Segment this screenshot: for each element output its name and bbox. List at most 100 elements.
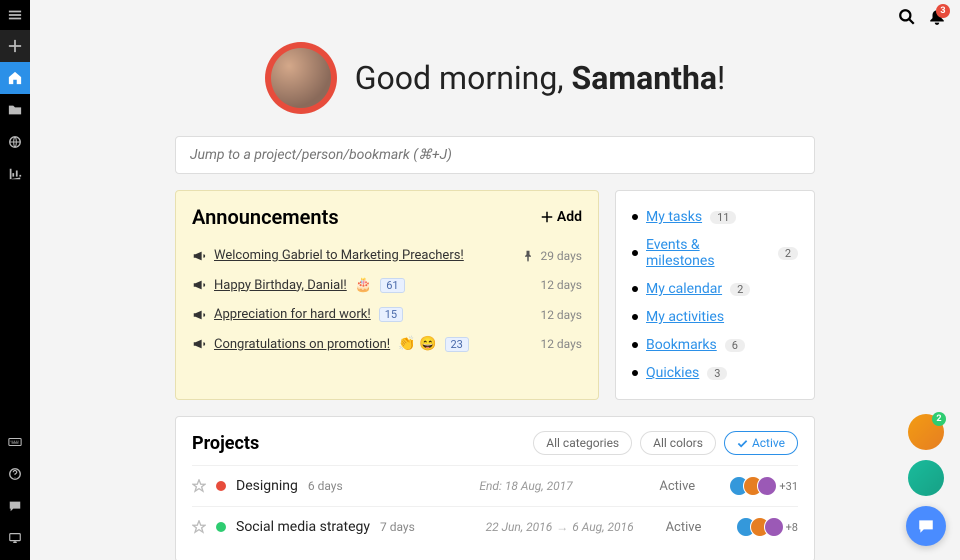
add-announcement-button[interactable]: Add <box>541 209 582 225</box>
announcements-title: Announcements <box>192 205 339 229</box>
chat-icon <box>8 499 22 513</box>
announcement-age: 12 days <box>540 278 582 292</box>
sidebar-help[interactable] <box>0 458 30 490</box>
megaphone-icon <box>192 308 206 322</box>
project-color-dot <box>216 522 226 532</box>
folder-icon <box>8 103 22 117</box>
bullet-icon <box>632 314 638 320</box>
sidebar-chat[interactable] <box>0 490 30 522</box>
quicklink-link[interactable]: Quickies <box>646 365 699 381</box>
announcement-emoji: 🎂 <box>355 277 372 293</box>
project-date: End: 18 Aug, 2017 <box>479 479 649 493</box>
plus-icon <box>541 211 553 223</box>
help-icon <box>8 467 22 481</box>
notification-badge: 3 <box>936 4 950 18</box>
project-days: 6 days <box>308 479 343 493</box>
projects-title: Projects <box>192 433 259 454</box>
presence-avatar-2[interactable] <box>908 460 944 496</box>
sidebar-desktop[interactable] <box>0 522 30 554</box>
pin-icon <box>522 250 534 262</box>
desktop-icon <box>8 531 22 545</box>
announcement-count: 15 <box>379 307 403 322</box>
quicklink-item: My calendar 2 <box>632 275 798 303</box>
bullet-icon <box>632 342 638 348</box>
quicklink-item: Events & milestones 2 <box>632 231 798 275</box>
home-icon <box>8 71 22 85</box>
chart-icon <box>8 167 22 181</box>
bullet-icon <box>632 250 638 256</box>
keyboard-icon <box>8 435 22 449</box>
bullet-icon <box>632 370 638 376</box>
quicklinks-panel: My tasks 11 Events & milestones 2 My cal… <box>615 190 815 400</box>
filter-active-label: Active <box>752 436 785 450</box>
announcement-age: 12 days <box>540 337 582 351</box>
announcement-link[interactable]: Happy Birthday, Danial! <box>214 278 347 293</box>
search-icon <box>898 8 916 26</box>
megaphone-icon <box>192 337 206 351</box>
project-status: Active <box>659 479 719 494</box>
announcements-panel: Announcements Add Welcoming Gabriel to M… <box>175 190 599 400</box>
sidebar-globe[interactable] <box>0 126 30 158</box>
quicklink-link[interactable]: My calendar <box>646 281 722 297</box>
greeting-text: Good morning, Samantha! <box>355 59 726 97</box>
greeting-prefix: Good morning, <box>355 59 572 97</box>
quicklink-count: 2 <box>730 283 750 296</box>
announcement-item: Welcoming Gabriel to Marketing Preachers… <box>192 241 582 270</box>
bullet-icon <box>632 214 638 220</box>
topbar: 3 <box>898 8 946 26</box>
star-icon[interactable] <box>192 520 206 534</box>
member-avatar[interactable] <box>757 476 777 496</box>
announcement-link[interactable]: Congratulations on promotion! <box>214 337 390 352</box>
project-row[interactable]: Social media strategy 7 days 22 Jun, 201… <box>192 506 798 547</box>
quicklink-link[interactable]: My activities <box>646 309 724 325</box>
filter-active[interactable]: Active <box>724 431 798 455</box>
jump-search-input[interactable] <box>175 136 815 174</box>
greeting-name: Samantha <box>572 59 717 97</box>
greeting-suffix: ! <box>717 59 725 97</box>
announcement-item: Appreciation for hard work! 15 12 days <box>192 300 582 329</box>
quicklink-count: 11 <box>710 211 736 224</box>
quicklink-link[interactable]: My tasks <box>646 209 702 225</box>
project-name: Social media strategy <box>236 519 370 535</box>
add-button[interactable] <box>0 30 30 62</box>
announcement-age: 29 days <box>540 249 582 263</box>
quicklink-link[interactable]: Events & milestones <box>646 237 770 269</box>
notifications-button[interactable]: 3 <box>928 8 946 26</box>
greeting: Good morning, Samantha! <box>30 42 960 114</box>
search-button[interactable] <box>898 8 916 26</box>
announcement-age: 12 days <box>540 308 582 322</box>
project-avatars: +31 <box>729 476 798 496</box>
chat-launcher[interactable] <box>906 506 946 546</box>
sidebar-keyboard[interactable] <box>0 426 30 458</box>
announcement-link[interactable]: Appreciation for hard work! <box>214 307 371 322</box>
presence-badge: 2 <box>932 412 946 426</box>
announcement-link[interactable]: Welcoming Gabriel to Marketing Preachers… <box>214 248 464 263</box>
main: Good morning, Samantha! Announcements Ad… <box>30 0 960 560</box>
sidebar-folder[interactable] <box>0 94 30 126</box>
sidebar-home[interactable] <box>0 62 30 94</box>
member-avatar[interactable] <box>764 517 784 537</box>
project-days: 7 days <box>380 520 415 534</box>
chat-bubble-icon <box>917 517 935 535</box>
project-status: Active <box>666 520 726 535</box>
user-avatar[interactable] <box>265 42 337 114</box>
presence-avatar-1[interactable]: 2 <box>908 414 944 450</box>
add-label: Add <box>557 209 582 225</box>
globe-icon <box>8 135 22 149</box>
project-date: 22 Jun, 2016→6 Aug, 2016 <box>486 520 656 534</box>
sidebar-chart[interactable] <box>0 158 30 190</box>
hamburger-icon <box>8 8 22 22</box>
project-row[interactable]: Designing 6 days End: 18 Aug, 2017 Activ… <box>192 465 798 506</box>
project-color-dot <box>216 481 226 491</box>
quicklink-item: Quickies 3 <box>632 359 798 387</box>
quicklink-link[interactable]: Bookmarks <box>646 337 717 353</box>
star-icon[interactable] <box>192 479 206 493</box>
hamburger-menu[interactable] <box>0 0 30 30</box>
bullet-icon <box>632 286 638 292</box>
quicklink-item: My activities <box>632 303 798 331</box>
plus-icon <box>8 39 22 53</box>
announcement-count: 23 <box>445 337 469 352</box>
filter-categories[interactable]: All categories <box>533 431 632 455</box>
project-name: Designing <box>236 478 298 494</box>
filter-colors[interactable]: All colors <box>640 431 716 455</box>
